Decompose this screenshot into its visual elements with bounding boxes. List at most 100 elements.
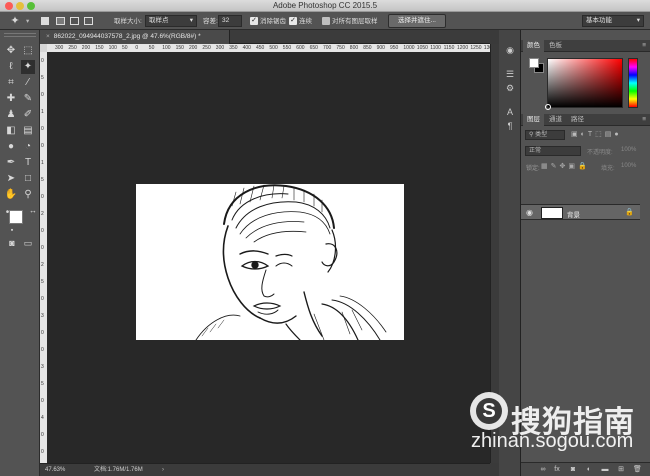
blend-mode-dropdown[interactable]: 正常 <box>525 146 581 156</box>
fill-value[interactable]: 100% <box>621 163 636 169</box>
marquee-tool-icon[interactable]: ⬚ <box>21 44 35 58</box>
ruler-tick-label: 1250 <box>470 45 482 51</box>
magic-wand-tool-icon[interactable]: ✦ <box>21 60 35 74</box>
hue-slider[interactable] <box>628 58 638 108</box>
lock-label: 锁定: <box>526 166 540 172</box>
new-group-icon[interactable]: ▬ <box>601 465 609 474</box>
tolerance-input[interactable]: 32 <box>218 15 242 27</box>
magic-wand-tool-preset-icon[interactable]: ✦ <box>8 14 22 28</box>
tab-layers[interactable]: 图层 <box>523 114 544 126</box>
contiguous-checkbox[interactable]: ✓ <box>289 17 297 25</box>
ruler-tick-label: 150 <box>175 45 184 51</box>
color-picker-handle[interactable] <box>545 104 551 110</box>
panel-grip[interactable] <box>4 33 36 37</box>
character-panel-icon[interactable]: A <box>504 106 516 118</box>
ruler-tick-label: 450 <box>256 45 265 51</box>
panel-menu-icon[interactable]: ≡ <box>642 40 646 52</box>
adjustments-panel-icon[interactable]: ☰ <box>504 68 516 80</box>
fill-label: 填充: <box>601 166 615 172</box>
lock-icons[interactable]: ▦✎✥▣🔒 <box>541 162 590 170</box>
sogou-logo-icon: S <box>470 392 508 430</box>
ruler-tick-label: 0 <box>41 58 44 64</box>
tab-swatches[interactable]: 色板 <box>545 40 566 52</box>
pen-tool-icon[interactable]: ✒ <box>4 156 18 170</box>
trash-icon[interactable]: 🗑 <box>633 465 642 474</box>
color-field[interactable] <box>545 58 623 110</box>
ruler-tick-label: 4 <box>41 415 44 421</box>
new-selection-icon[interactable] <box>41 17 49 25</box>
screen-mode-icon[interactable]: ▭ <box>21 236 35 250</box>
antialias-checkbox[interactable]: ✓ <box>250 17 258 25</box>
adjustment-layer-icon[interactable]: ◐ <box>585 465 593 474</box>
tab-channels[interactable]: 通道 <box>545 114 566 126</box>
properties-panel-icon[interactable]: ⚙ <box>504 82 516 94</box>
ruler-tick-label: 1050 <box>416 45 428 51</box>
panel-menu-icon[interactable]: ≡ <box>642 114 646 126</box>
subtract-selection-icon[interactable] <box>70 17 79 25</box>
layer-name: 背景 <box>567 212 580 219</box>
select-and-mask-button[interactable]: 选择并遮住... <box>388 14 446 28</box>
ruler-tick-label: 100 <box>108 45 117 51</box>
layer-kind-filter[interactable]: ⚲ 类型 <box>525 130 565 140</box>
eye-visibility-icon[interactable]: ◉ <box>526 208 533 217</box>
hand-tool-icon[interactable]: ✋ <box>4 188 18 202</box>
swap-colors-icon[interactable]: ↔ <box>26 204 40 218</box>
brush-tool-icon[interactable]: ✎ <box>21 92 35 106</box>
sample-all-layers-checkbox[interactable] <box>322 17 330 25</box>
ruler-tick-label: 0 <box>41 432 44 438</box>
tab-color[interactable]: 颜色 <box>523 40 544 52</box>
link-layers-icon[interactable]: ∞ <box>539 465 547 474</box>
crop-tool-icon[interactable]: ⌗ <box>4 76 18 90</box>
chevron-down-icon[interactable]: ▾ <box>26 16 29 27</box>
tab-paths[interactable]: 路径 <box>567 114 588 126</box>
chevron-down-icon: ▾ <box>636 17 640 24</box>
ruler-tick-label: 5 <box>41 177 44 183</box>
close-tab-icon[interactable]: × <box>46 33 50 40</box>
history-brush-tool-icon[interactable]: ✐ <box>21 108 35 122</box>
document-tab[interactable]: × 862022_094944037578_2.jpg @ 47.6%(RGB/8… <box>40 30 230 44</box>
lasso-tool-icon[interactable]: ℓ <box>4 60 18 74</box>
layer-thumbnail <box>541 207 563 219</box>
eraser-tool-icon[interactable]: ◧ <box>4 124 18 138</box>
layer-style-icon[interactable]: fx <box>553 465 561 474</box>
sample-size-dropdown[interactable]: 取样点 ▾ <box>145 15 197 27</box>
blur-tool-icon[interactable]: ● <box>4 140 18 154</box>
status-menu-arrow-icon[interactable]: › <box>162 464 164 476</box>
dodge-tool-icon[interactable]: ◔ <box>21 140 35 154</box>
quick-mask-icon[interactable]: ◙ <box>5 236 19 250</box>
document-info[interactable]: 文档:1.76M/1.76M <box>94 464 143 476</box>
paragraph-panel-icon[interactable]: ¶ <box>504 120 516 132</box>
opacity-value[interactable]: 100% <box>621 147 636 153</box>
history-panel-icon[interactable]: ◉ <box>504 44 516 56</box>
intersect-selection-icon[interactable] <box>84 17 93 25</box>
sketch-portrait-image <box>195 184 387 340</box>
move-tool-icon[interactable]: ✥ <box>4 44 18 58</box>
vertical-ruler: 0 5 0 1 0 0 1 5 0 2 0 0 2 5 0 3 0 0 3 5 0 4 0 0 <box>40 44 47 463</box>
workspace-dropdown[interactable]: 基本功能 ▾ <box>582 15 644 27</box>
zoom-tool-icon[interactable]: ⚲ <box>21 188 35 202</box>
foreground-color-swatch[interactable] <box>9 210 23 224</box>
add-to-selection-icon[interactable] <box>56 17 65 25</box>
ruler-tick-label: 2 <box>41 211 44 217</box>
new-layer-icon[interactable]: ⊞ <box>617 465 625 474</box>
type-tool-icon[interactable]: T <box>21 156 35 170</box>
healing-brush-tool-icon[interactable]: ✚ <box>4 92 18 106</box>
ruler-tick-label: 50 <box>122 45 128 51</box>
rectangle-tool-icon[interactable]: □ <box>21 172 35 186</box>
antialias-label: 消除锯齿 <box>260 18 286 25</box>
path-selection-tool-icon[interactable]: ➤ <box>4 172 18 186</box>
add-mask-icon[interactable]: ◙ <box>569 465 577 474</box>
eyedropper-tool-icon[interactable]: ⁄ <box>21 76 35 90</box>
lock-icon: 🔒 <box>625 209 634 216</box>
layer-filter-icons[interactable]: ▣◐T⬚▤● <box>571 130 645 140</box>
layer-row-background[interactable]: ◉ 背景 🔒 <box>521 204 640 220</box>
zoom-level[interactable]: 47.63% <box>45 464 65 476</box>
ruler-tick-label: 250 <box>202 45 211 51</box>
clone-stamp-tool-icon[interactable]: ♟ <box>4 108 18 122</box>
document-image[interactable] <box>136 184 404 340</box>
gradient-tool-icon[interactable]: ▤ <box>21 124 35 138</box>
ruler-origin[interactable] <box>40 44 47 52</box>
opacity-label: 不透明度: <box>587 150 613 156</box>
ruler-tick-label: 100 <box>162 45 171 51</box>
panel-foreground-swatch[interactable] <box>529 58 539 68</box>
